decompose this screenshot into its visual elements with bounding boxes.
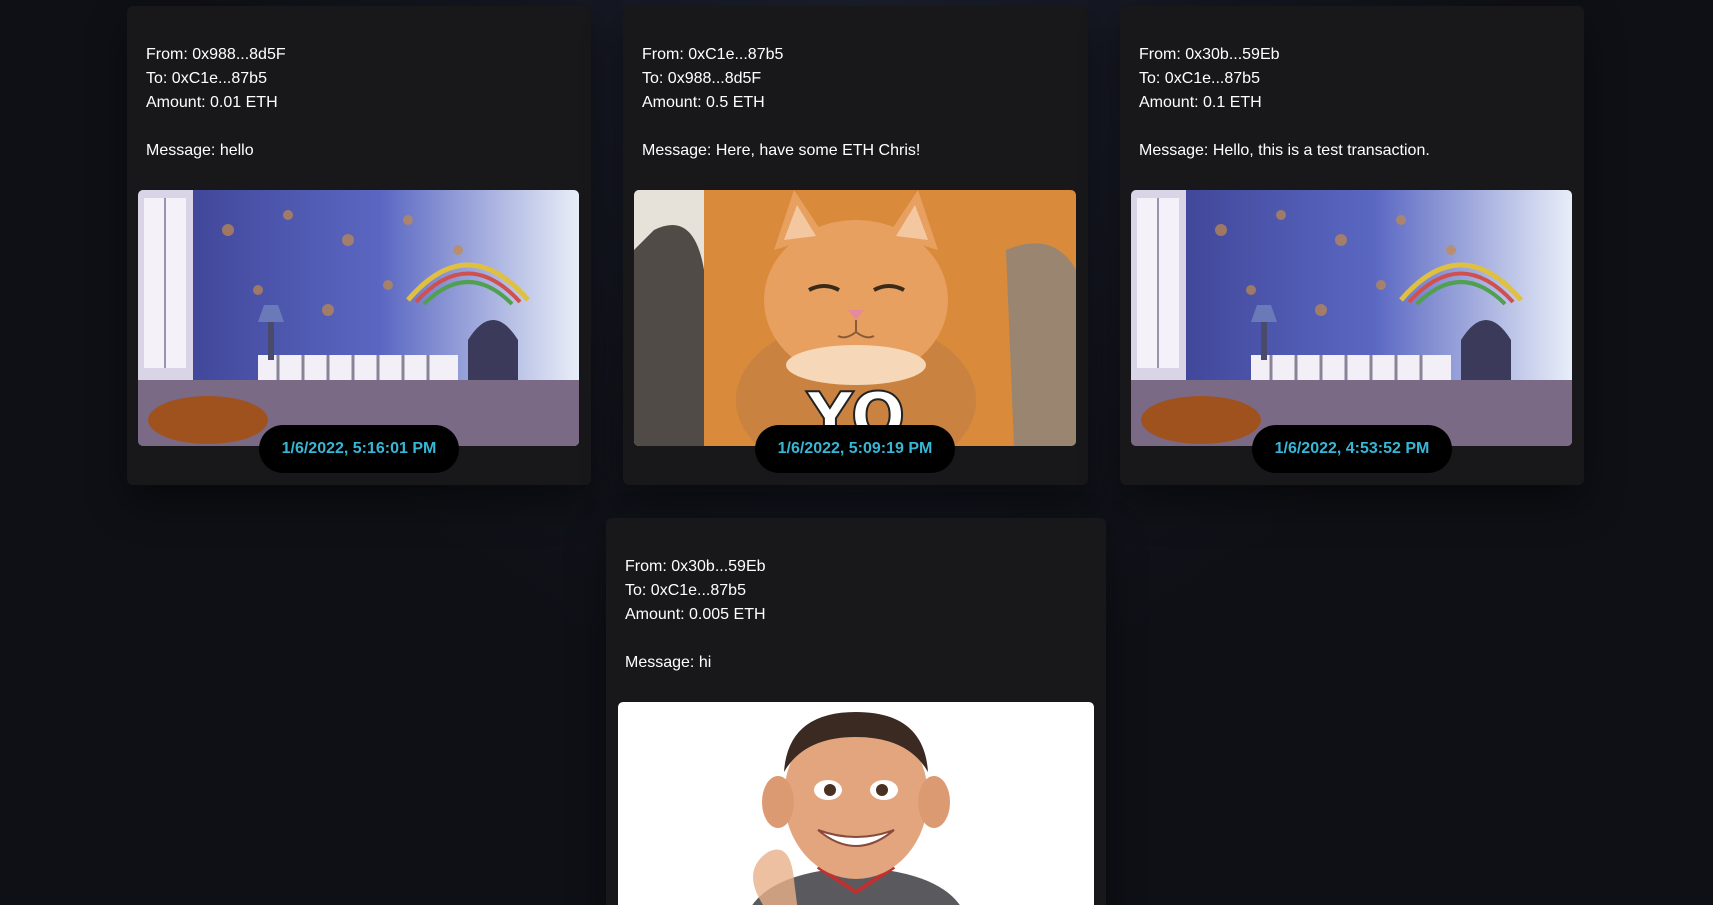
from-address: From: 0x988...8d5F: [146, 46, 286, 63]
from-address: From: 0xC1e...87b5: [642, 46, 784, 63]
amount: Amount: 0.1 ETH: [1139, 94, 1262, 111]
waving-kid-gif: [618, 702, 1094, 905]
amount: Amount: 0.01 ETH: [146, 94, 278, 111]
message: Message: Here, have some ETH Chris!: [642, 142, 921, 159]
amount: Amount: 0.5 ETH: [642, 94, 765, 111]
message: Message: hello: [146, 142, 254, 159]
transaction-card: From: 0x30b...59Eb To: 0xC1e...87b5 Amou…: [606, 518, 1106, 905]
transaction-card: From: 0x30b...59Eb To: 0xC1e...87b5 Amou…: [1120, 6, 1584, 485]
from-address: From: 0x30b...59Eb: [1139, 46, 1280, 63]
message: Message: Hello, this is a test transacti…: [1139, 142, 1430, 159]
to-address: To: 0x988...8d5F: [642, 70, 762, 87]
transaction-card: From: 0x988...8d5F To: 0xC1e...87b5 Amou…: [127, 6, 591, 485]
transaction-gif: [138, 190, 579, 446]
transaction-card: From: 0xC1e...87b5 To: 0x988...8d5F Amou…: [623, 6, 1088, 485]
timestamp-badge: 1/6/2022, 5:16:01 PM: [259, 425, 459, 473]
toy-story-room-gif: [138, 190, 579, 446]
amount: Amount: 0.005 ETH: [625, 606, 766, 623]
to-address: To: 0xC1e...87b5: [146, 70, 267, 87]
to-address: To: 0xC1e...87b5: [625, 582, 746, 599]
transaction-info: From: 0xC1e...87b5 To: 0x988...8d5F Amou…: [642, 43, 920, 163]
message: Message: hi: [625, 654, 712, 671]
transaction-info: From: 0x988...8d5F To: 0xC1e...87b5 Amou…: [146, 43, 286, 163]
transaction-gif: [1131, 190, 1572, 446]
transaction-gif: [618, 702, 1094, 905]
to-address: To: 0xC1e...87b5: [1139, 70, 1260, 87]
transaction-info: From: 0x30b...59Eb To: 0xC1e...87b5 Amou…: [1139, 43, 1430, 163]
timestamp-badge: 1/6/2022, 5:09:19 PM: [755, 425, 955, 473]
cat-yo-gif: YO: [634, 190, 1076, 446]
toy-story-room-gif: [1131, 190, 1572, 446]
transaction-info: From: 0x30b...59Eb To: 0xC1e...87b5 Amou…: [625, 555, 766, 675]
timestamp-badge: 1/6/2022, 4:53:52 PM: [1252, 425, 1452, 473]
transaction-gif: YO: [634, 190, 1076, 446]
from-address: From: 0x30b...59Eb: [625, 558, 766, 575]
